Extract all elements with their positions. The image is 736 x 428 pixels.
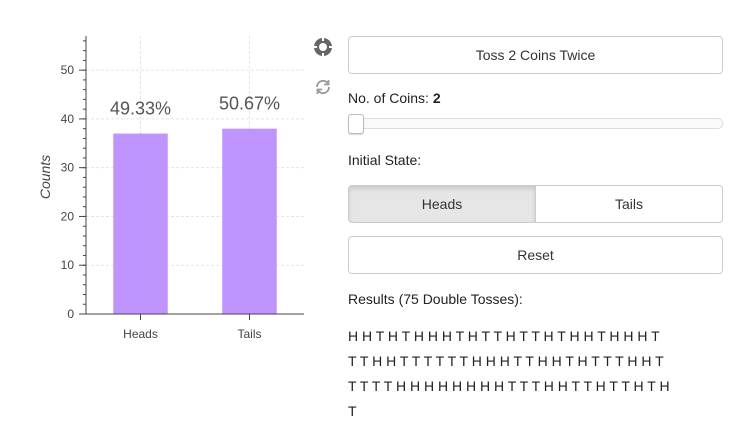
y-axis-label: Counts xyxy=(37,155,53,199)
y-tick-label: 10 xyxy=(61,258,75,272)
coins-slider[interactable] xyxy=(348,114,723,134)
y-tick-label: 0 xyxy=(67,307,74,321)
bar xyxy=(222,128,277,314)
reset-tool[interactable] xyxy=(312,76,334,98)
y-tick-label: 20 xyxy=(61,209,75,223)
results-label: Results (75 Double Tosses): xyxy=(348,291,523,307)
bar-chart: 49.33% 50.67% 0 10 20 30 40 50 Heads Tails Count… xyxy=(37,36,304,341)
bar-labels: 49.33% 50.67% xyxy=(110,94,280,119)
y-tick-label: 30 xyxy=(61,161,75,175)
results-line: T T H H T T T T T T H H H T T H H T H T … xyxy=(348,353,664,369)
bar-percentage-label: 49.33% xyxy=(110,99,171,119)
coins-label-text: No. of Coins: xyxy=(348,90,429,106)
toss-coins-button[interactable]: Toss 2 Coins Twice xyxy=(348,36,723,74)
wheel-zoom-tool[interactable] xyxy=(312,36,334,58)
x-tick-label: Tails xyxy=(237,327,261,341)
y-tick-label: 50 xyxy=(61,63,75,77)
results-text: H H T H T H H H T H T T H T T H T H H T … xyxy=(348,324,718,424)
results-line: T T T T H H H H H H H H T T T H H T T H … xyxy=(348,378,670,394)
reset-icon xyxy=(316,79,330,95)
coins-count-value: 2 xyxy=(432,90,441,106)
bar xyxy=(113,133,168,314)
coins-count-label: No. of Coins: 2 xyxy=(348,90,441,106)
initial-state-tails-button[interactable]: Tails xyxy=(536,186,722,222)
bars xyxy=(113,128,277,314)
slider-handle[interactable] xyxy=(348,114,364,134)
wheel-zoom-icon xyxy=(313,37,333,57)
initial-state-heads-button[interactable]: Heads xyxy=(349,186,536,222)
y-tick-label: 40 xyxy=(61,112,75,126)
x-tick-label: Heads xyxy=(123,327,158,341)
initial-state-label: Initial State: xyxy=(348,152,422,168)
results-line: H H T H T H H H T H T T H T T H T H H T … xyxy=(348,328,660,344)
slider-track[interactable] xyxy=(348,118,723,129)
initial-state-toggle[interactable]: Heads Tails xyxy=(348,185,723,223)
results-line: T xyxy=(348,403,357,419)
reset-button[interactable]: Reset xyxy=(348,236,723,274)
bar-percentage-label: 50.67% xyxy=(219,94,280,114)
